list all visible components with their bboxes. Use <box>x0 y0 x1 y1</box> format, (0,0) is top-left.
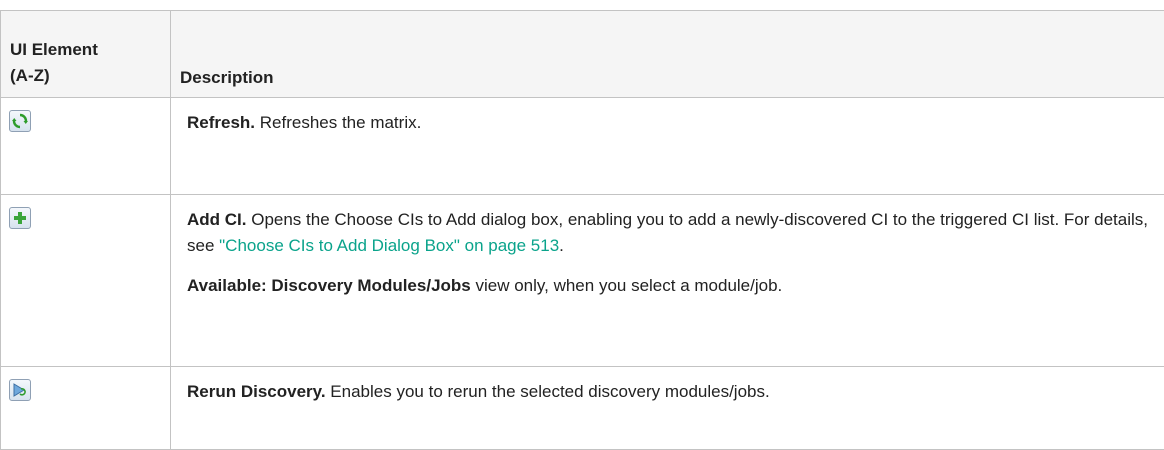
table-header-row: UI Element (A-Z) Description <box>1 11 1164 98</box>
row-text: Enables you to rerun the selected discov… <box>326 382 770 401</box>
icon-cell <box>1 367 171 450</box>
row-text-end: . <box>559 236 564 255</box>
refresh-icon[interactable] <box>9 110 31 132</box>
table-row: Refresh. Refreshes the matrix. <box>1 98 1164 195</box>
icon-cell <box>1 98 171 195</box>
header-description-label: Description <box>180 65 1164 97</box>
header-ui-element-line2: (A-Z) <box>10 66 50 85</box>
row-title: Refresh. <box>187 113 255 132</box>
choose-cis-link[interactable]: "Choose CIs to Add Dialog Box" on page 5… <box>219 236 559 255</box>
description-cell: Rerun Discovery. Enables you to rerun th… <box>171 367 1164 450</box>
header-ui-element-line1: UI Element <box>10 40 98 59</box>
description-cell: Add CI. Opens the Choose CIs to Add dial… <box>171 195 1164 367</box>
row-title: Rerun Discovery. <box>187 382 326 401</box>
header-ui-element: UI Element (A-Z) <box>1 11 171 98</box>
row-text: Refreshes the matrix. <box>255 113 421 132</box>
availability-text: view only, when you select a module/job. <box>471 276 783 295</box>
rerun-discovery-icon[interactable] <box>9 379 31 401</box>
table-row: Add CI. Opens the Choose CIs to Add dial… <box>1 195 1164 367</box>
row-title: Add CI. <box>187 210 247 229</box>
availability-label: Available: Discovery Modules/Jobs <box>187 276 471 295</box>
description-cell: Refresh. Refreshes the matrix. <box>171 98 1164 195</box>
add-ci-icon[interactable] <box>9 207 31 229</box>
header-description: Description <box>171 11 1164 98</box>
table-row: Rerun Discovery. Enables you to rerun th… <box>1 367 1164 450</box>
ui-elements-table: UI Element (A-Z) Description <box>0 10 1164 450</box>
icon-cell <box>1 195 171 367</box>
